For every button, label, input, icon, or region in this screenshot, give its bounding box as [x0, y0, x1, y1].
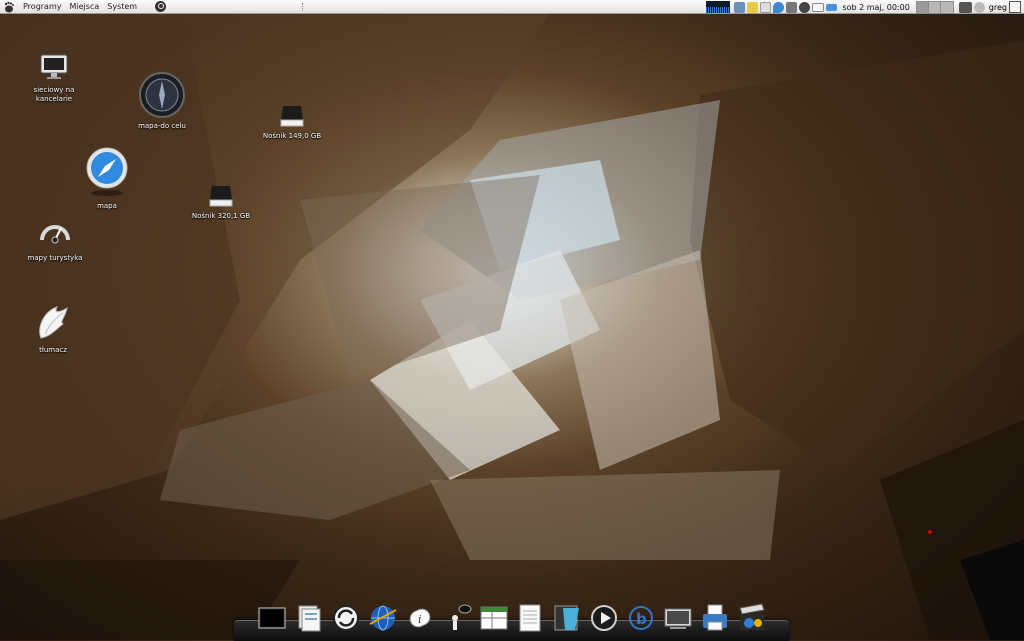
workspace-2[interactable]: [929, 1, 942, 13]
clapperboard-icon[interactable]: [736, 602, 768, 634]
desktop-icon-map-target[interactable]: mapa-do celu: [132, 72, 192, 131]
wifi-icon[interactable]: [826, 3, 838, 11]
chat-icon[interactable]: [441, 602, 473, 634]
desktop-icon-translator[interactable]: tłumacz: [23, 304, 83, 355]
desktop-icon-label: Nośnik 320,1 GB: [191, 212, 251, 220]
files-icon[interactable]: [293, 602, 325, 634]
drive-icon: [280, 106, 304, 127]
dock: i b: [256, 602, 768, 636]
safari-compass-icon: [86, 147, 128, 196]
drive-icon: [209, 186, 233, 207]
power-icon[interactable]: [799, 1, 811, 13]
browser-globe-icon[interactable]: [367, 602, 399, 634]
spreadsheet-icon[interactable]: [478, 602, 510, 634]
display-icon[interactable]: [662, 602, 694, 634]
text-document-icon[interactable]: [514, 602, 546, 634]
settings-icon[interactable]: [973, 1, 985, 13]
printer-icon[interactable]: [699, 602, 731, 634]
clock[interactable]: sob 2 maj, 00:00: [842, 3, 909, 12]
menu-programs[interactable]: Programy: [19, 2, 66, 11]
svg-text:b: b: [636, 610, 647, 628]
desktop-icon-label: tłumacz: [39, 346, 67, 354]
drawing-icon[interactable]: [551, 602, 583, 634]
gnome-foot-icon[interactable]: [3, 1, 15, 13]
search-icon[interactable]: [155, 1, 167, 12]
dark-compass-icon: [139, 72, 185, 118]
bluetooth-icon[interactable]: b: [625, 602, 657, 634]
drop-icon[interactable]: [773, 1, 785, 13]
monitor-icon: [40, 54, 68, 79]
workspace-3[interactable]: [941, 2, 952, 13]
sync-icon[interactable]: [330, 602, 362, 634]
mail-icon[interactable]: [812, 2, 825, 12]
desktop-icon-label: sieciowy na kancelarie: [33, 86, 75, 103]
desktop-icon-map[interactable]: mapa: [77, 146, 137, 211]
desktop-icon-label: Nośnik 149,0 GB: [262, 132, 322, 140]
workspace-1[interactable]: [916, 1, 930, 13]
desktop-icon-label: mapa-do celu: [138, 122, 186, 130]
notes-icon[interactable]: [760, 1, 772, 13]
top-panel: Programy Miejsca System sob 2 maj, 00:00…: [0, 0, 1024, 14]
svg-text:i: i: [418, 613, 422, 626]
network-icon[interactable]: [734, 1, 746, 13]
screenshot-icon[interactable]: [958, 1, 972, 13]
desktop-icon-network-share[interactable]: sieciowy na kancelarie: [24, 52, 84, 104]
desktop-icon-drive-149[interactable]: Nośnik 149,0 GB: [262, 104, 322, 141]
desktop-icon-label: mapa: [97, 202, 117, 210]
menu-system[interactable]: System: [103, 2, 141, 11]
desktop-icon-hiking-maps[interactable]: mapy turystyka: [25, 218, 85, 263]
system-monitor-graph[interactable]: [706, 1, 731, 13]
desktop-icon-drive-320[interactable]: Nośnik 320,1 GB: [191, 184, 251, 221]
speaker-icon[interactable]: [786, 1, 798, 13]
gauge-icon: [40, 225, 70, 244]
media-player-icon[interactable]: [588, 602, 620, 634]
wing-icon: [39, 306, 68, 339]
workspace-switcher[interactable]: [915, 0, 954, 14]
panel-handle[interactable]: [302, 3, 305, 11]
updates-icon[interactable]: [747, 1, 759, 13]
desktop-icon-label: mapy turystyka: [27, 254, 83, 262]
terminal-icon[interactable]: [256, 602, 288, 634]
user-name[interactable]: greg: [989, 3, 1007, 12]
show-desktop-button[interactable]: [1009, 1, 1021, 13]
menu-places[interactable]: Miejsca: [66, 2, 104, 11]
info-icon[interactable]: i: [404, 602, 436, 634]
